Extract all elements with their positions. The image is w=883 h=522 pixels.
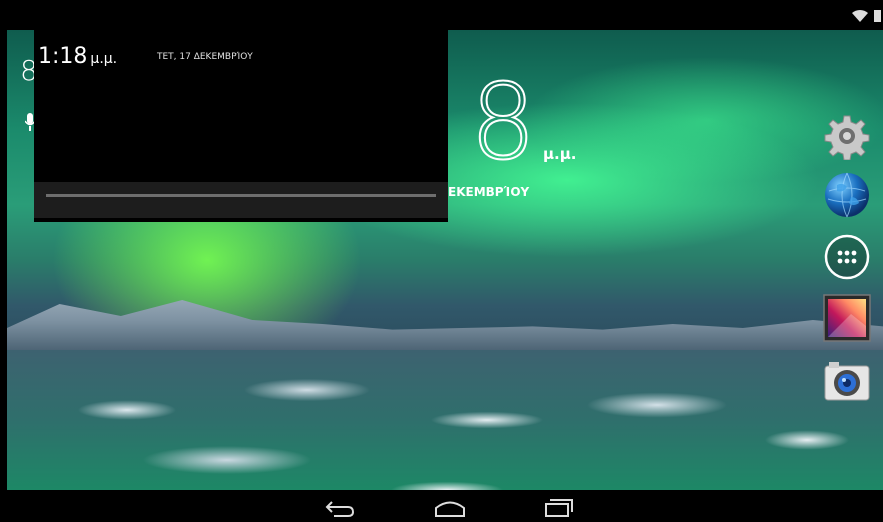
notification-drag-handle[interactable] [46, 194, 436, 197]
camera-icon[interactable] [823, 358, 871, 406]
notification-panel[interactable]: 1:18 μ.μ. ΤΕΤ, 17 ΔΕΚΕΜΒΡΊΟΥ [34, 30, 448, 222]
clock-hour[interactable]: 8 [469, 69, 537, 175]
browser-icon[interactable] [823, 171, 871, 219]
notification-ampm: μ.μ. [90, 51, 118, 67]
wallpaper-ice [7, 350, 883, 490]
back-button[interactable] [322, 496, 358, 518]
clock-ampm: μ.μ. [543, 145, 577, 163]
gallery-icon[interactable] [823, 294, 871, 342]
home-button[interactable] [432, 496, 468, 518]
wallpaper-mountains [7, 300, 883, 360]
notification-handle-area[interactable] [34, 182, 448, 218]
clock-date: ΕΚΕΜΒΡΊΟΥ [448, 185, 530, 199]
notification-time: 1:18 μ.μ. [38, 44, 117, 69]
notification-date: ΤΕΤ, 17 ΔΕΚΕΜΒΡΊΟΥ [157, 52, 253, 62]
recent-apps-button[interactable] [540, 496, 576, 518]
all-apps-icon[interactable] [823, 233, 871, 281]
status-bar [0, 0, 883, 30]
notification-time-value: 1:18 [38, 44, 88, 69]
battery-icon [874, 10, 881, 22]
settings-icon[interactable] [823, 112, 871, 160]
navigation-bar [0, 490, 883, 522]
wifi-icon [852, 9, 868, 22]
